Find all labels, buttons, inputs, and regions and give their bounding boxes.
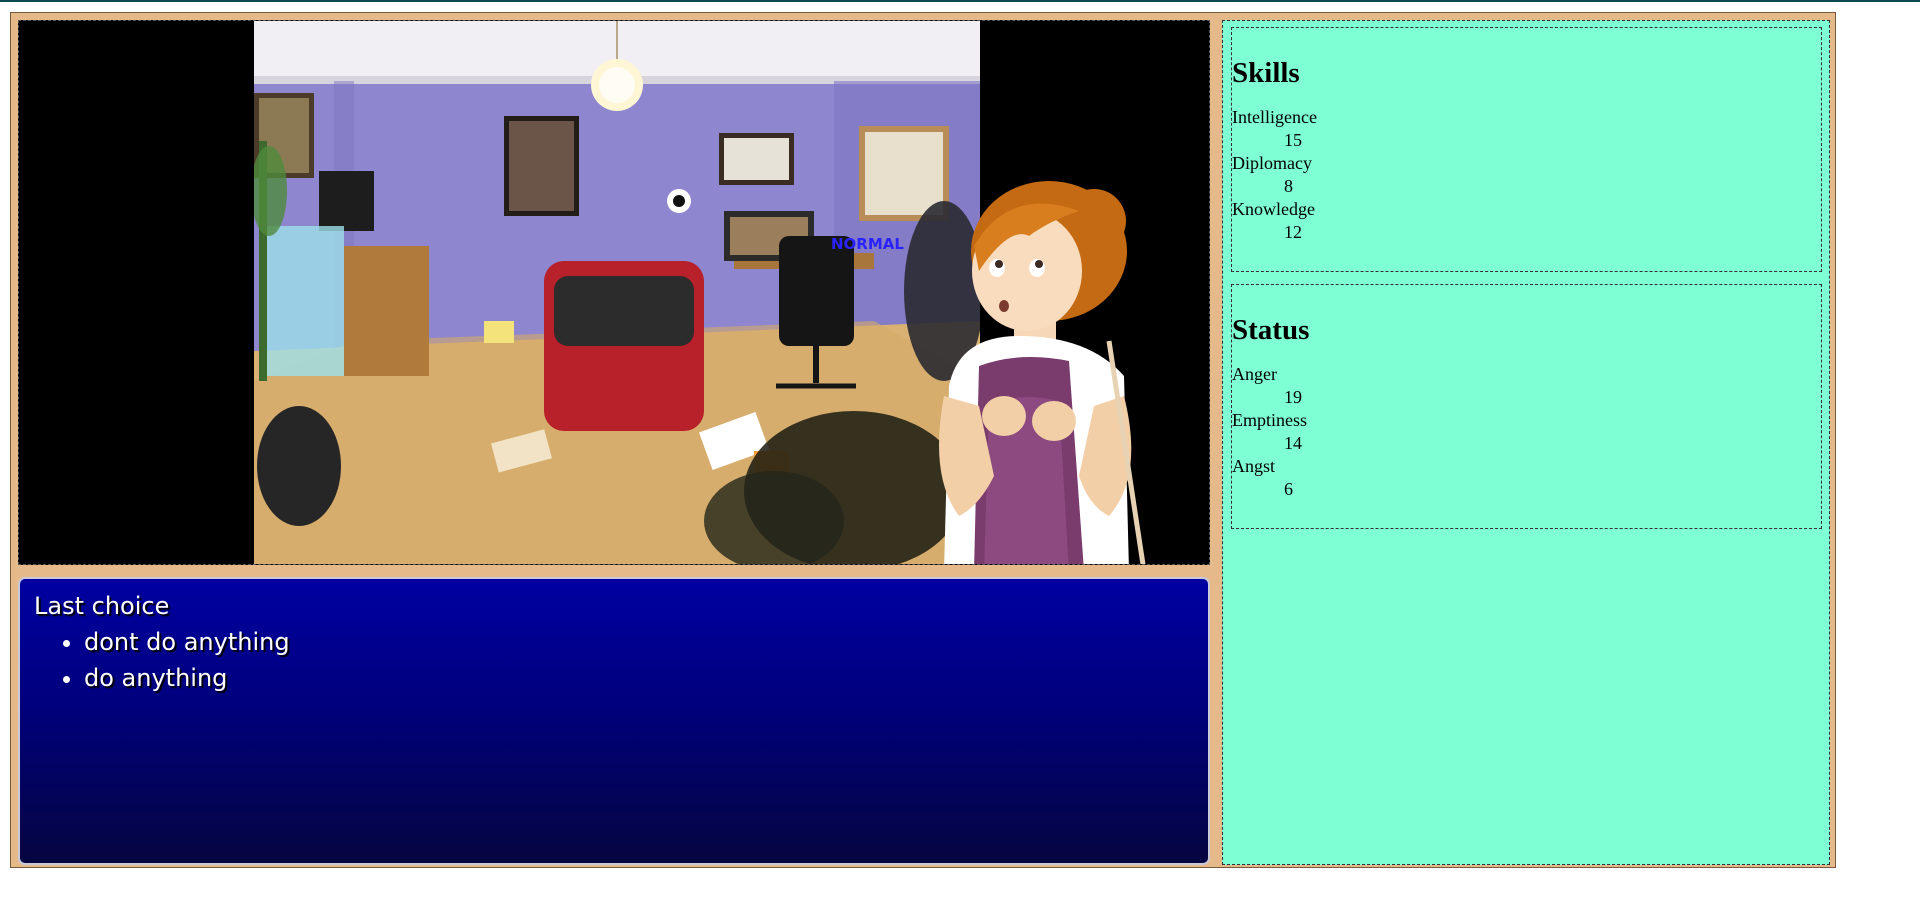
skill-value: 12 bbox=[1284, 222, 1302, 242]
status-title: Status bbox=[1232, 314, 1310, 346]
mood-indicator-label: NORMAL bbox=[831, 235, 904, 253]
scene-viewport: NORMAL bbox=[18, 20, 1210, 565]
choice-list: dont do anything do anything bbox=[34, 624, 1194, 696]
last-choice-heading: Last choice bbox=[34, 592, 170, 620]
status-value: 14 bbox=[1284, 433, 1302, 453]
status-panel: Status Anger 19 Emptiness 14 Angst 6 bbox=[1231, 284, 1822, 529]
status-name: Emptiness bbox=[1232, 410, 1307, 430]
skill-name: Intelligence bbox=[1232, 107, 1317, 127]
stats-sidebar: Skills Intelligence 15 Diplomacy 8 Knowl… bbox=[1222, 20, 1830, 865]
status-value: 6 bbox=[1284, 479, 1293, 499]
choice-item[interactable]: dont do anything bbox=[84, 624, 1194, 660]
game-frame: NORMAL Last choice dont do anything do a… bbox=[10, 12, 1836, 868]
top-accent-line bbox=[0, 0, 1920, 2]
skills-title: Skills bbox=[1232, 57, 1300, 89]
status-value: 19 bbox=[1284, 387, 1302, 407]
skill-value: 15 bbox=[1284, 130, 1302, 150]
status-name: Angst bbox=[1232, 456, 1276, 476]
skills-panel: Skills Intelligence 15 Diplomacy 8 Knowl… bbox=[1231, 27, 1822, 272]
bedroom-background-image bbox=[254, 21, 980, 564]
skill-name: Knowledge bbox=[1232, 199, 1315, 219]
skill-value: 8 bbox=[1284, 176, 1293, 196]
status-name: Anger bbox=[1232, 364, 1277, 384]
choice-item[interactable]: do anything bbox=[84, 660, 1194, 696]
choice-log-box: Last choice dont do anything do anything bbox=[18, 577, 1210, 865]
skill-name: Diplomacy bbox=[1232, 153, 1312, 173]
character-portrait-image bbox=[939, 181, 1146, 564]
